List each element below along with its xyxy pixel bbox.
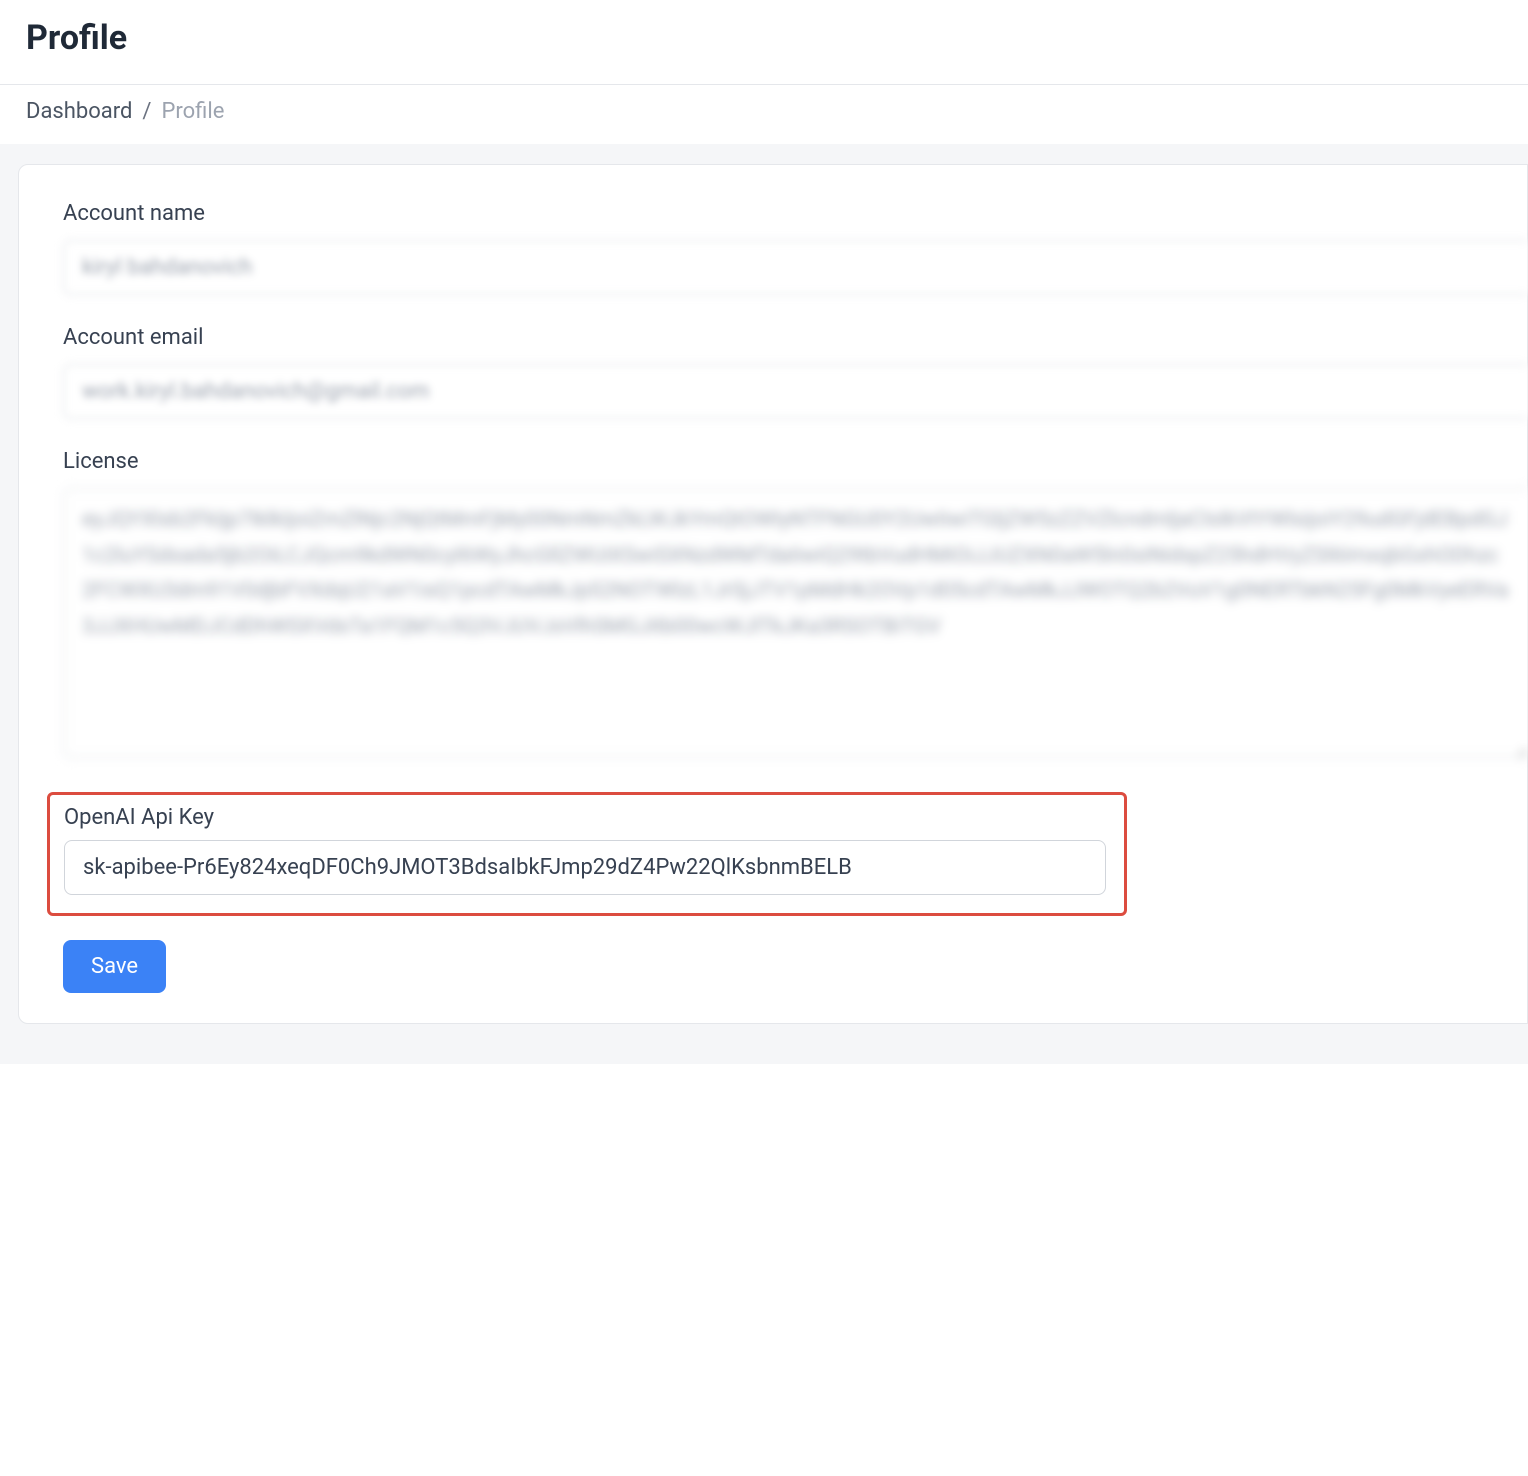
- openai-api-key-label: OpenAI Api Key: [64, 805, 1106, 830]
- header: Profile: [0, 0, 1528, 84]
- breadcrumb-separator: /: [142, 99, 151, 124]
- openai-api-key-input[interactable]: [64, 840, 1106, 895]
- breadcrumb: Dashboard / Profile: [0, 85, 1528, 144]
- profile-card: Account name Account email License eyJQY…: [18, 164, 1528, 1024]
- content-area: Account name Account email License eyJQY…: [0, 144, 1528, 1064]
- page-title: Profile: [26, 18, 1502, 58]
- account-email-label: Account email: [63, 325, 1527, 350]
- save-button[interactable]: Save: [63, 940, 166, 993]
- openai-api-key-highlight: OpenAI Api Key: [47, 792, 1127, 916]
- account-name-input[interactable]: [63, 240, 1527, 295]
- breadcrumb-parent-link[interactable]: Dashboard: [26, 99, 132, 124]
- breadcrumb-current: Profile: [161, 99, 224, 124]
- account-email-input[interactable]: [63, 364, 1527, 419]
- license-textarea[interactable]: eyJQYXlsb2FkIjp7IklkIjoiZmZlNjc2NjQtMmFj…: [63, 488, 1527, 758]
- account-name-label: Account name: [63, 201, 1527, 226]
- account-email-field-group: Account email: [63, 325, 1527, 419]
- license-label: License: [63, 449, 1527, 474]
- account-name-field-group: Account name: [63, 201, 1527, 295]
- license-field-group: License eyJQYXlsb2FkIjp7IklkIjoiZmZlNjc2…: [63, 449, 1527, 762]
